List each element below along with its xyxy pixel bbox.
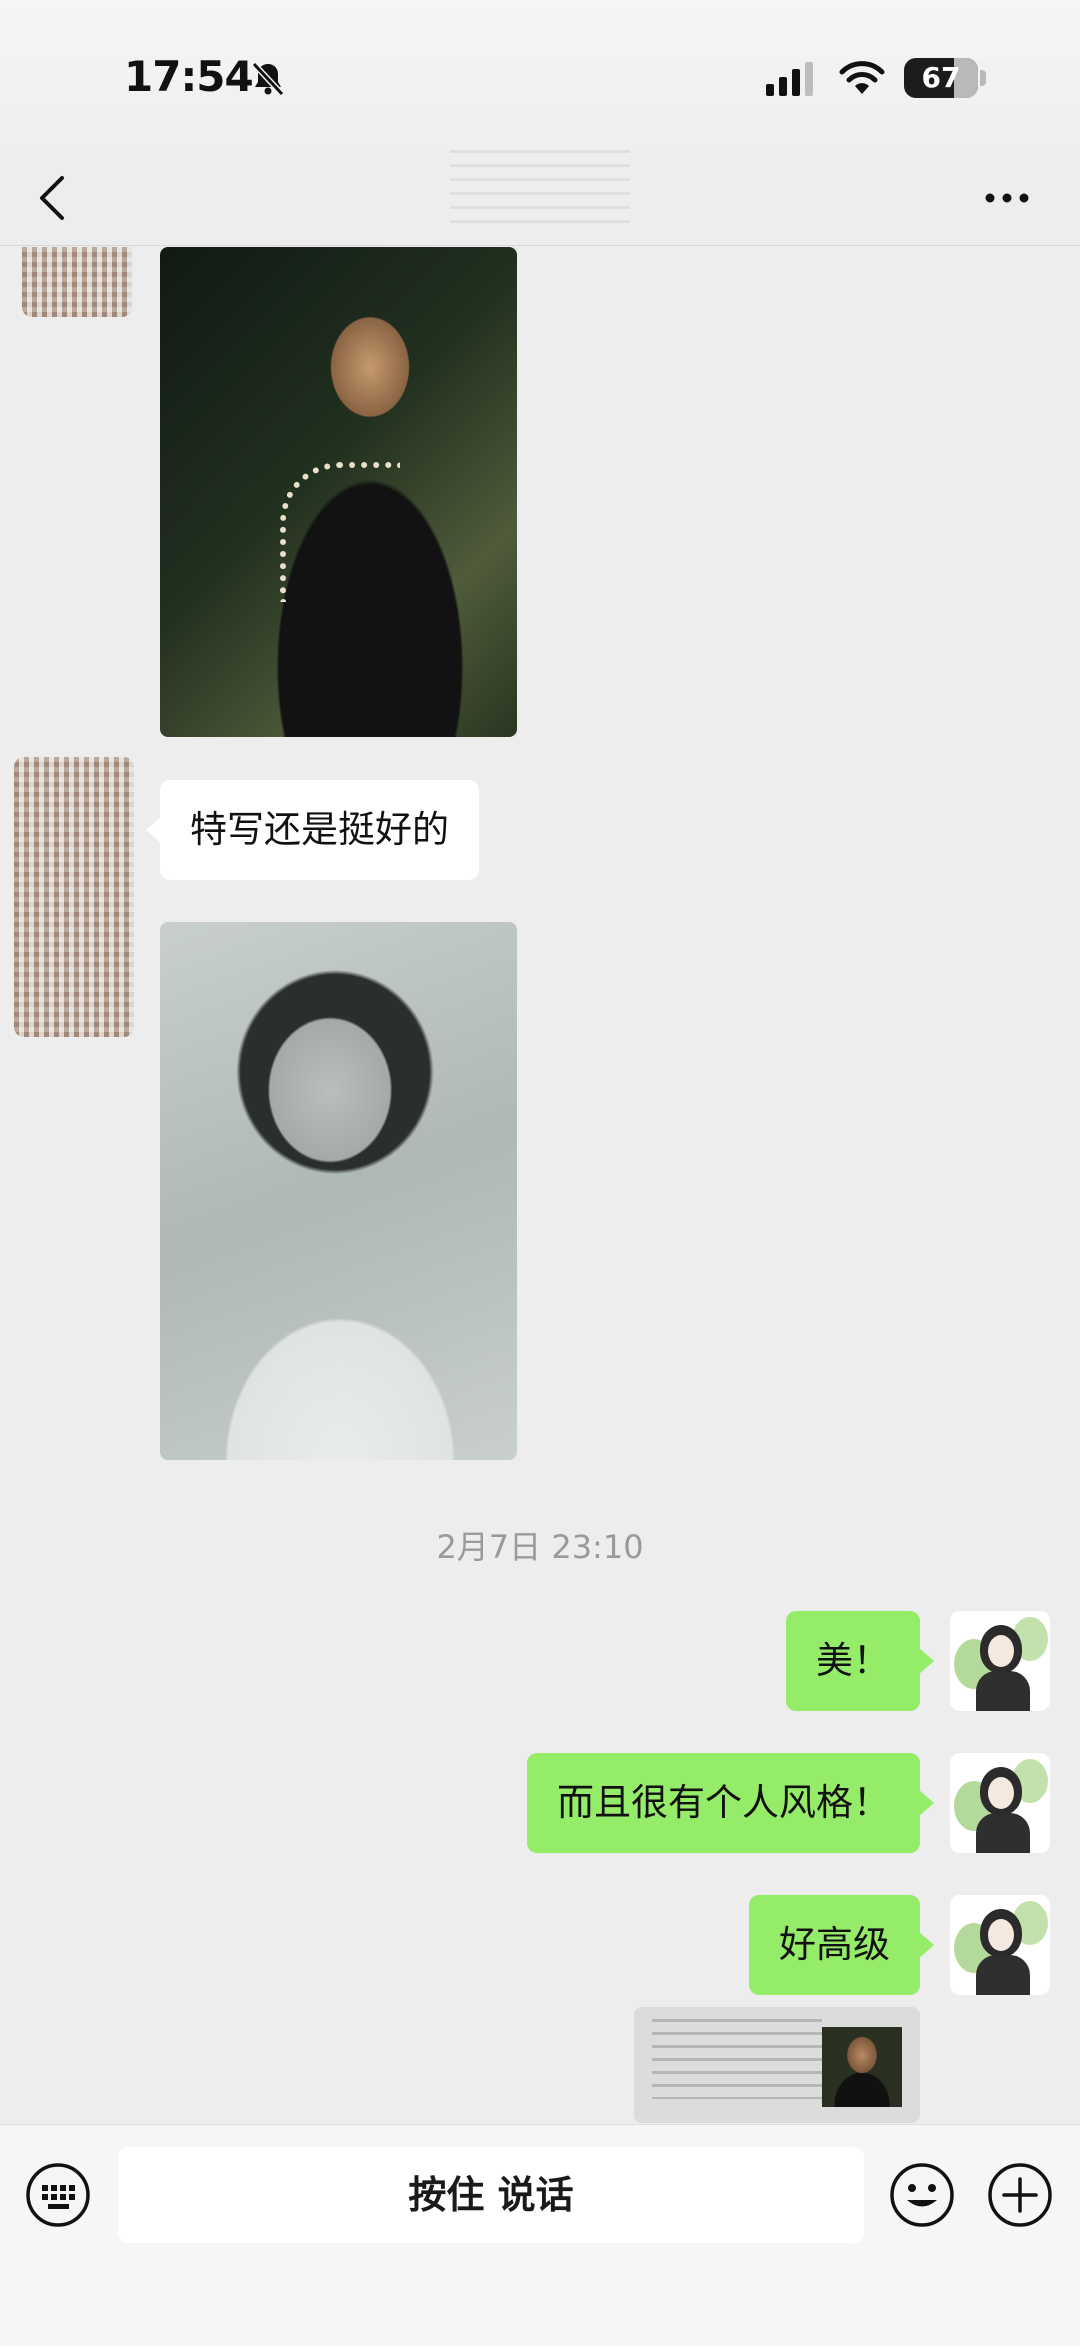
image-message[interactable] <box>160 247 517 737</box>
input-bar: 按住 说话 <box>0 2124 1080 2346</box>
wifi-icon <box>839 61 885 94</box>
text-message-sent[interactable]: 美！ <box>786 1611 934 1711</box>
photo-subject-top <box>180 1222 500 1460</box>
photo-necklace <box>280 462 400 602</box>
shared-link-card[interactable] <box>634 2007 920 2123</box>
contact-avatar[interactable] <box>14 757 134 1037</box>
chat-title-redacted <box>450 150 630 230</box>
keyboard-icon[interactable] <box>24 2161 92 2229</box>
bell-slash-icon <box>251 61 285 97</box>
my-avatar[interactable] <box>950 1895 1050 1995</box>
smiley-icon[interactable] <box>888 2161 956 2229</box>
message-timestamp: 2月7日 23:10 <box>436 1528 644 1566</box>
avatar-face <box>988 1777 1014 1809</box>
status-time: 17:54 <box>124 52 254 101</box>
photo-subject-face <box>255 1002 405 1177</box>
shared-link-thumbnail <box>822 2027 902 2107</box>
text-message-sent[interactable]: 好高级 <box>749 1895 934 1995</box>
contact-avatar[interactable] <box>22 247 132 317</box>
ellipsis-icon[interactable] <box>980 180 1034 216</box>
avatar-body <box>976 1813 1030 1853</box>
plus-circle-icon[interactable] <box>986 2161 1054 2229</box>
battery-icon: 67 <box>904 58 978 98</box>
my-avatar[interactable] <box>950 1611 1050 1711</box>
avatar-face <box>988 1635 1014 1667</box>
text-message-received[interactable]: 特写还是挺好的 <box>146 780 479 880</box>
battery-level: 67 <box>921 61 961 94</box>
text-message-sent[interactable]: 而且很有个人风格！ <box>527 1753 934 1853</box>
battery-tip <box>980 70 986 86</box>
chevron-left-icon[interactable] <box>30 168 76 228</box>
image-message[interactable] <box>160 922 517 1460</box>
signal-icon <box>766 62 813 96</box>
message-list[interactable]: 特写还是挺好的 2月7日 23:10 美！ 而且很有个人风格！ 好高级 <box>0 247 1080 2124</box>
status-bar: 17:54 67 <box>0 0 1080 150</box>
avatar-body <box>976 1955 1030 1995</box>
avatar-face <box>988 1919 1014 1951</box>
my-avatar[interactable] <box>950 1753 1050 1853</box>
avatar-body <box>976 1671 1030 1711</box>
hold-to-talk-button[interactable]: 按住 说话 <box>118 2147 864 2243</box>
chat-header <box>0 150 1080 246</box>
shared-link-text-redacted <box>652 2019 822 2099</box>
